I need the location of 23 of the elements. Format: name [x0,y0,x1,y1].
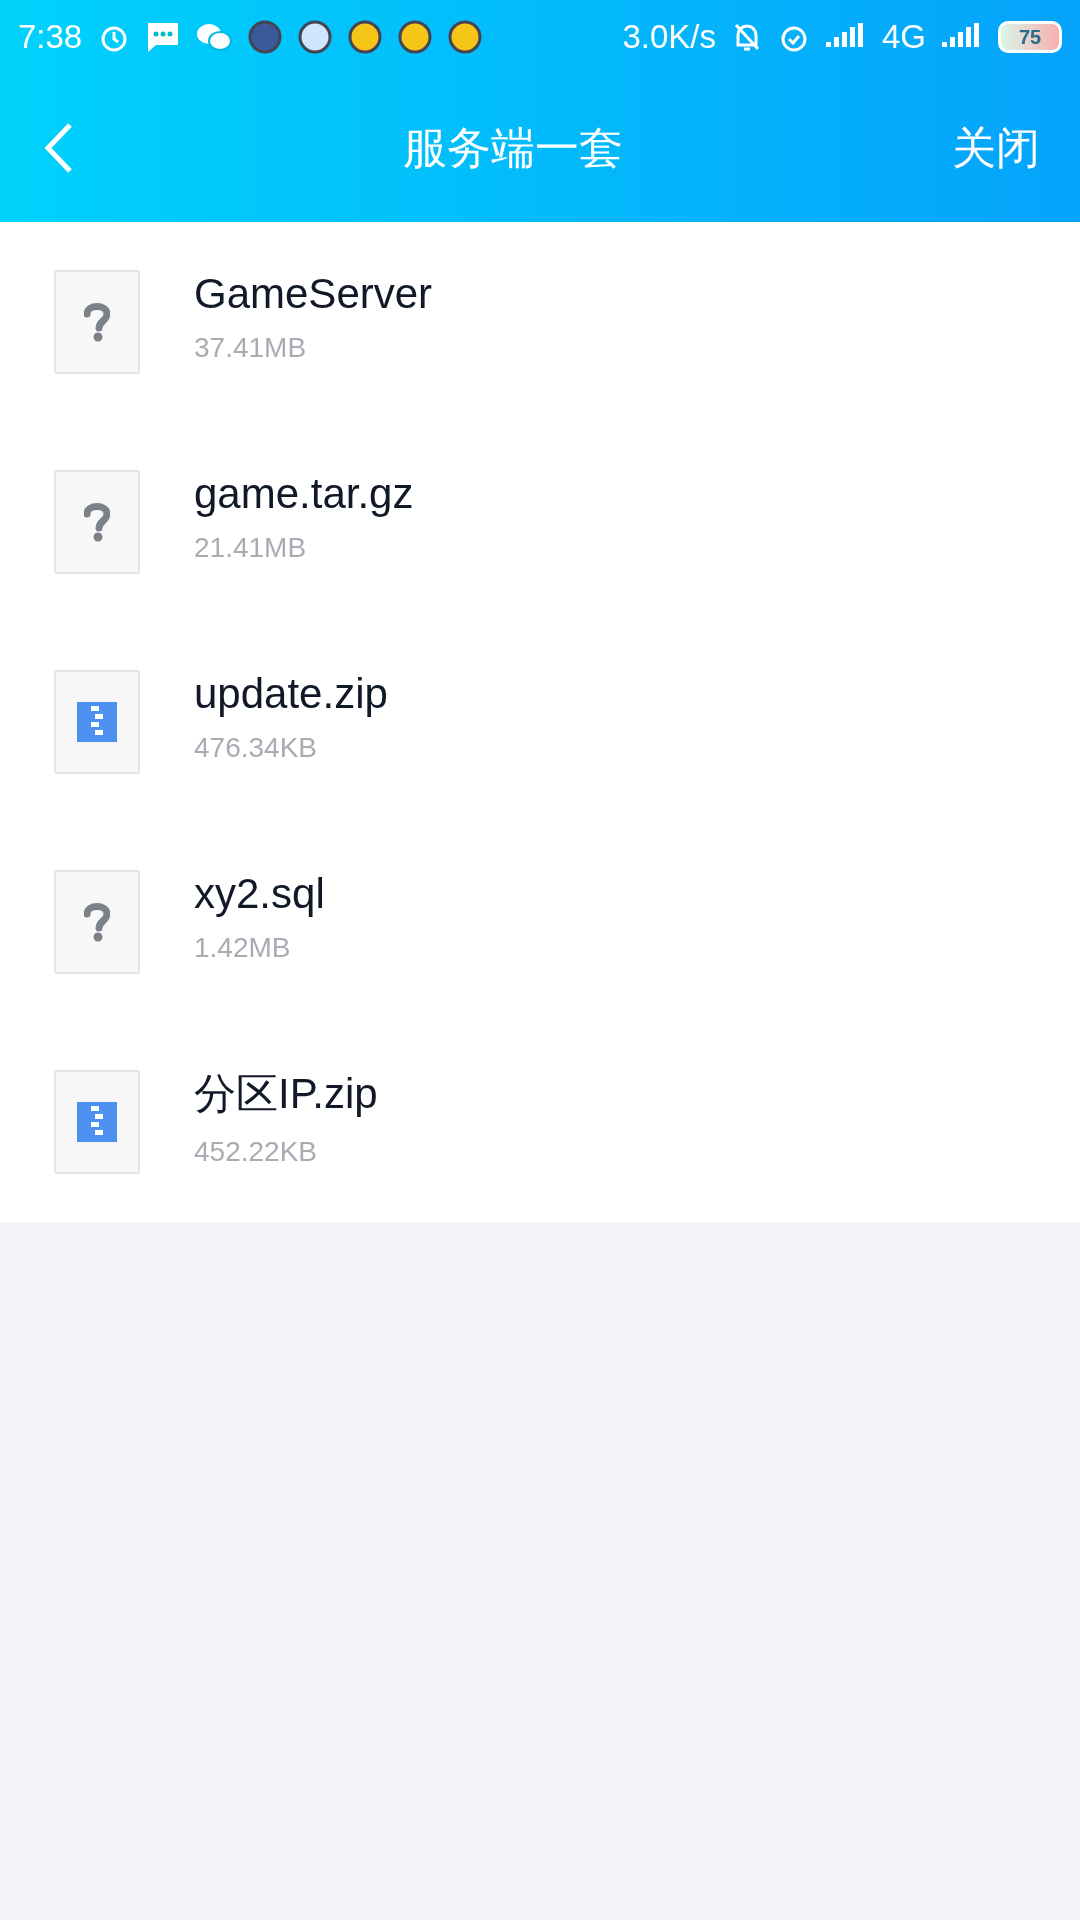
question-mark-icon [84,302,110,342]
back-icon[interactable] [44,122,74,174]
file-name[interactable]: xy2.sql [194,870,325,918]
message-icon [146,21,181,53]
file-name[interactable]: 分区IP.zip [194,1066,378,1122]
file-size: 37.41MB [194,332,308,364]
question-mark-icon [84,502,110,542]
battery-level: 75 [998,21,1062,53]
file-size: 1.42MB [194,932,292,964]
archive-icon [77,1102,117,1142]
network-speed: 3.0K/s [622,18,716,56]
file-name[interactable]: GameServer [194,270,433,318]
archive-icon [77,702,117,742]
network-type: 4G [881,18,926,56]
file-size: 21.41MB [194,532,308,564]
file-name[interactable]: update.zip [194,670,388,718]
file-size: 452.22KB [194,1136,318,1168]
file-name[interactable]: game.tar.gz [194,470,414,518]
page-title: 服务端一套 [402,121,624,174]
status-time: 7:38 [18,18,83,56]
chat-bubbles-icon [196,21,233,53]
file-size: 476.34KB [194,732,318,764]
question-mark-icon [84,902,110,942]
